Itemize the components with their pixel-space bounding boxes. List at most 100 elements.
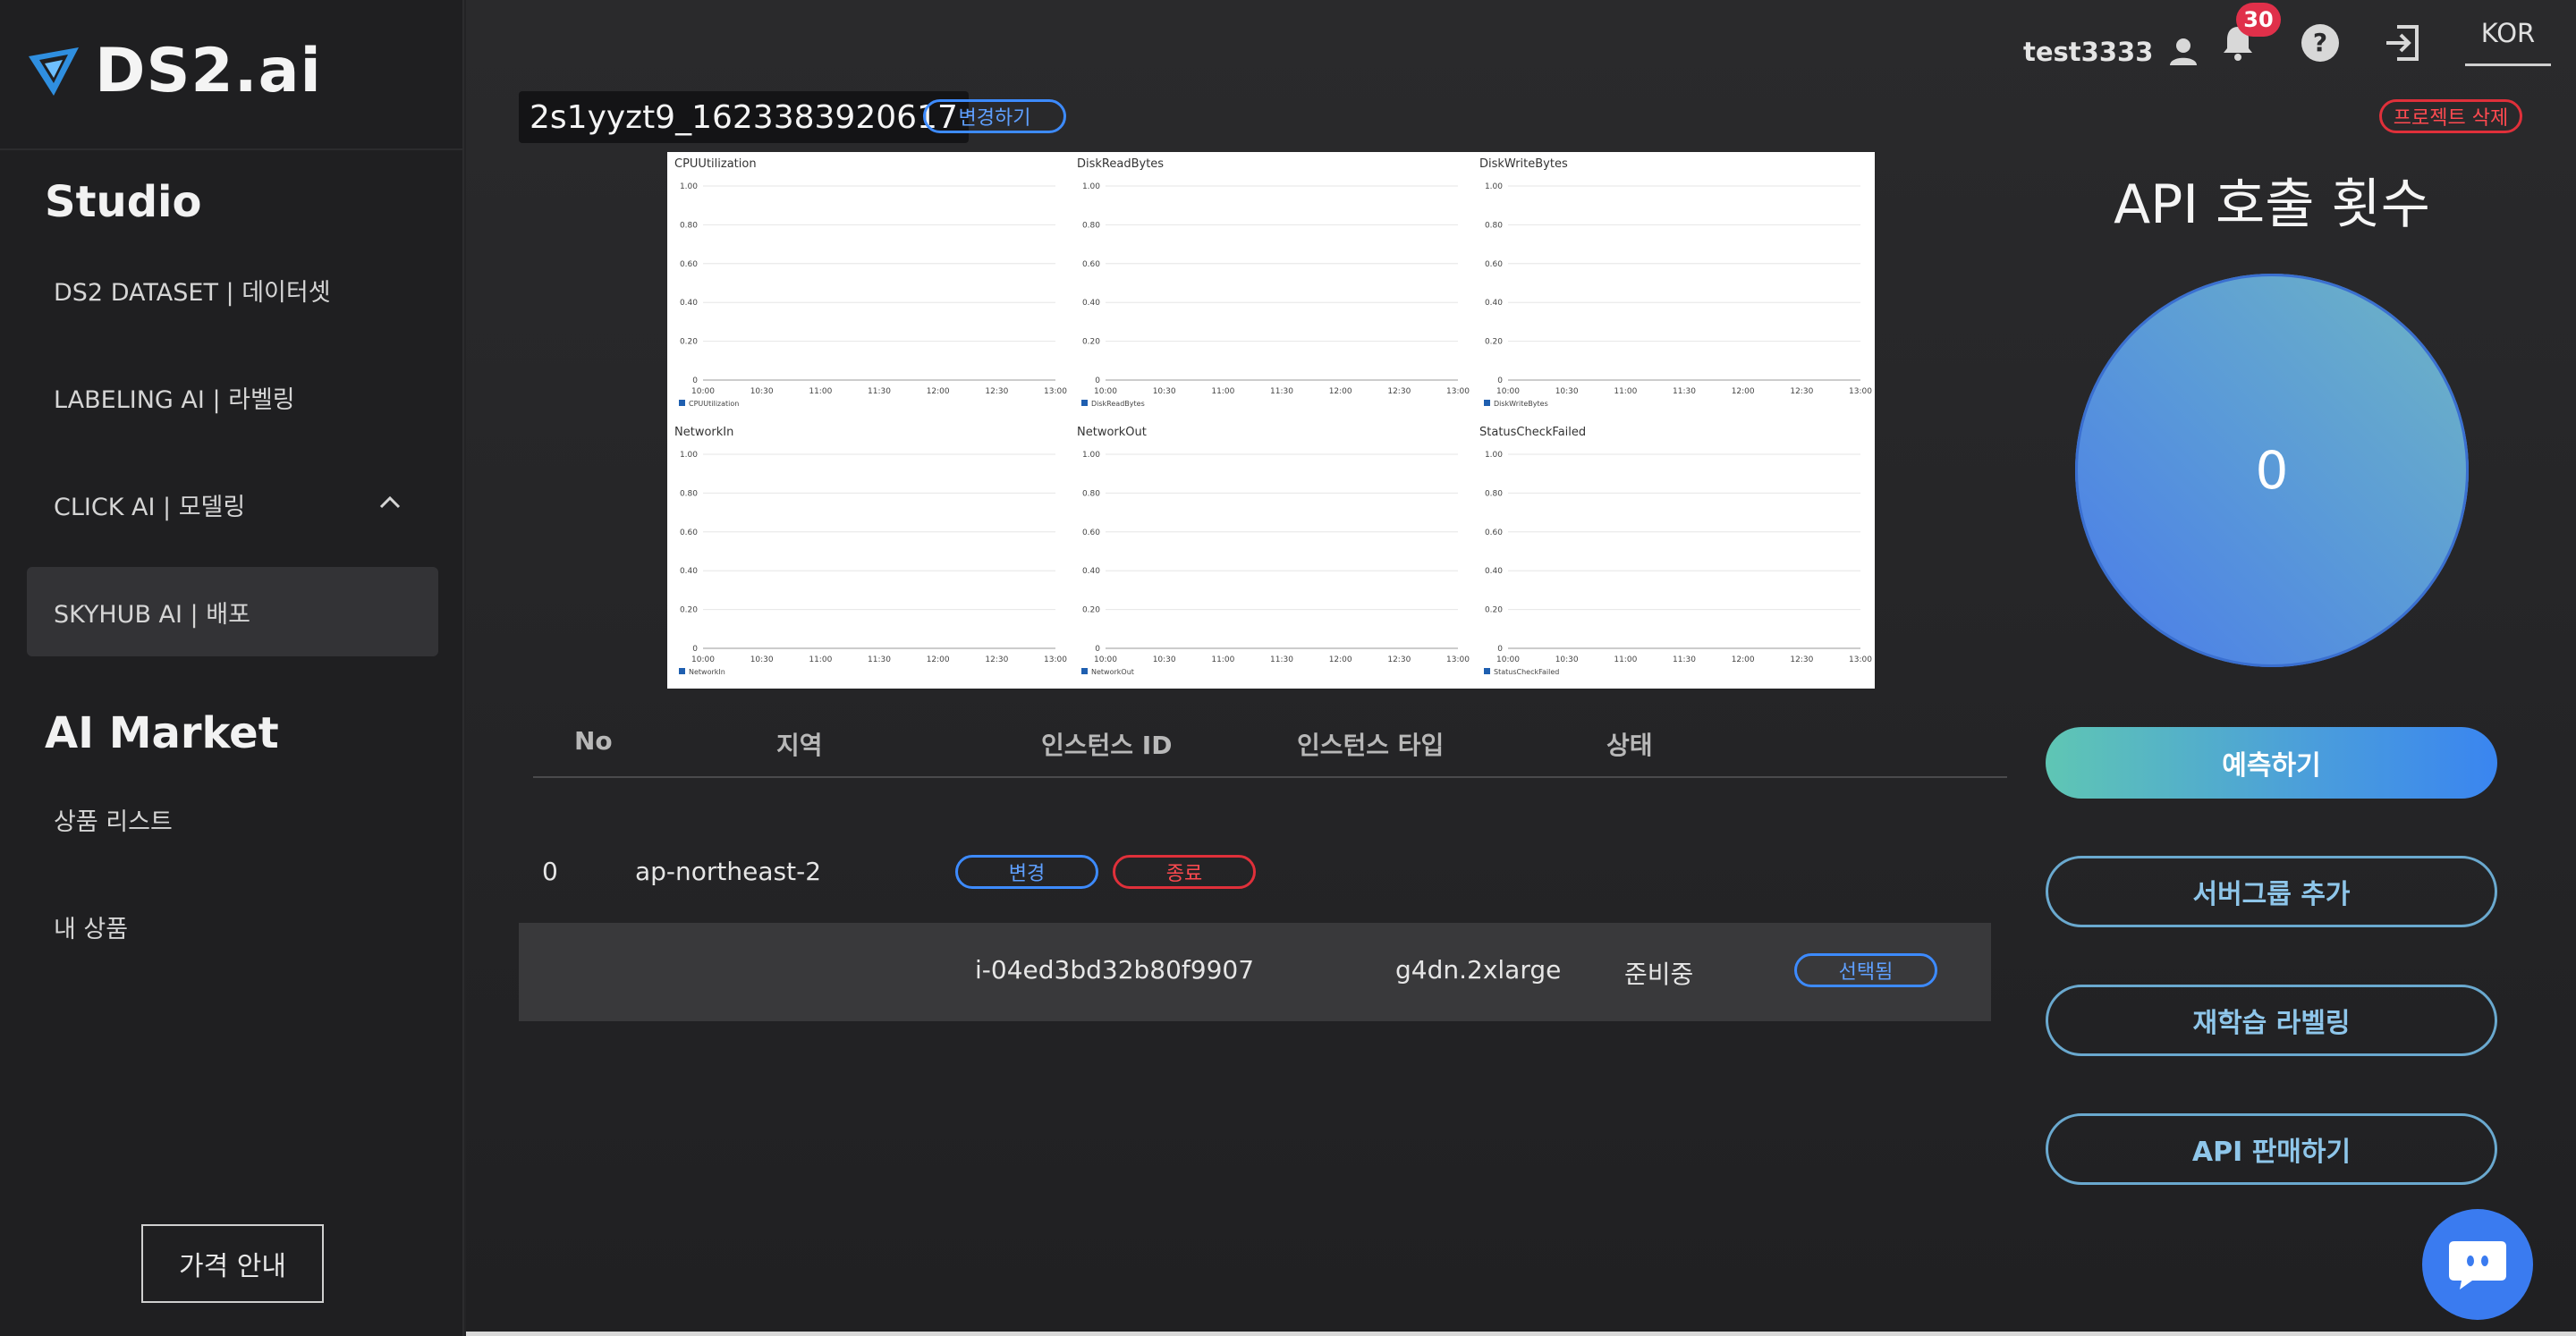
x-tick-label: 10:30	[750, 655, 774, 664]
y-tick-label: 0.60	[1485, 260, 1503, 269]
instance-type: g4dn.2xlarge	[1395, 955, 1562, 985]
sell-api-button[interactable]: API 판매하기	[2046, 1113, 2497, 1185]
table-row[interactable]	[519, 923, 1991, 1021]
x-tick-label: 11:30	[1270, 655, 1293, 664]
brand-name: DS2.ai	[95, 36, 322, 106]
col-header-region: 지역	[776, 731, 823, 760]
group-region: ap-northeast-2	[635, 857, 822, 886]
delete-project-button[interactable]: 프로젝트 삭제	[2379, 99, 2522, 133]
sidebar-item-label: LABELING AI | 라벨링	[54, 385, 295, 414]
select-instance-button[interactable]: 선택됨	[1794, 953, 1937, 987]
relabel-button[interactable]: 재학습 라벨링	[2046, 985, 2497, 1056]
y-tick-label: 0	[692, 645, 698, 654]
sidebar-item-click-ai[interactable]: CLICK AI | 모델링	[27, 460, 438, 549]
y-tick-label: 1.00	[1082, 182, 1100, 191]
metric-chart: DiskReadBytes 0 0.20 0.40 0.60 0.80 1.00 10:00 1…	[1077, 157, 1470, 408]
col-header-instance-type: 인스턴스 타입	[1297, 731, 1445, 760]
x-tick-label: 12:30	[1387, 387, 1411, 396]
legend-label: NetworkIn	[689, 668, 725, 676]
x-tick-label: 13:00	[1446, 387, 1470, 396]
chat-button[interactable]	[2422, 1209, 2533, 1320]
y-tick-label: 1.00	[680, 451, 698, 460]
group-number: 0	[542, 857, 558, 886]
add-server-group-button[interactable]: 서버그룹 추가	[2046, 856, 2497, 927]
x-tick-label: 10:30	[750, 387, 774, 396]
y-tick-label: 0.80	[680, 489, 698, 498]
y-tick-label: 1.00	[1485, 182, 1503, 191]
pricing-button[interactable]: 가격 안내	[141, 1224, 324, 1303]
brand-logo[interactable]: DS2.ai	[27, 36, 322, 106]
x-tick-label: 10:00	[691, 387, 715, 396]
y-tick-label: 0.60	[1485, 528, 1503, 537]
x-tick-label: 10:00	[1094, 655, 1117, 664]
metric-chart: CPUUtilization 0 0.20 0.40 0.60 0.80 1.00 10:00…	[674, 157, 1067, 408]
chat-bubble-icon	[2449, 1241, 2506, 1289]
legend-swatch	[1081, 400, 1088, 406]
metric-chart: NetworkIn 0 0.20 0.40 0.60 0.80 1.00 10:00 10:30…	[674, 426, 1067, 676]
user-menu[interactable]: test3333	[2023, 34, 2201, 70]
legend-swatch	[1081, 668, 1088, 674]
terminate-group-button[interactable]: 종료	[1113, 855, 1256, 889]
sidebar-item-dataset[interactable]: DS2 DATASET | 데이터셋	[27, 245, 438, 334]
chevron-up-icon[interactable]	[377, 490, 402, 515]
x-tick-label: 13:00	[1044, 387, 1067, 396]
col-header-instance-id: 인스턴스 ID	[1041, 731, 1173, 760]
metrics-charts: CPUUtilization 0 0.20 0.40 0.60 0.80 1.00 10:00…	[667, 152, 1875, 689]
sidebar-item-label: DS2 DATASET | 데이터셋	[54, 278, 331, 307]
y-tick-label: 0.20	[1082, 338, 1100, 347]
metric-chart: DiskWriteBytes 0 0.20 0.40 0.60 0.80 1.00 10:00…	[1479, 157, 1872, 408]
x-tick-label: 10:30	[1153, 387, 1176, 396]
x-tick-label: 11:00	[1211, 387, 1234, 396]
x-tick-label: 11:30	[1673, 387, 1696, 396]
predict-button[interactable]: 예측하기	[2046, 727, 2497, 799]
col-header-status: 상태	[1606, 731, 1653, 760]
x-tick-label: 12:30	[1387, 655, 1411, 664]
x-tick-label: 13:00	[1849, 655, 1872, 664]
user-icon	[2170, 38, 2198, 65]
chart-title: CPUUtilization	[674, 157, 757, 171]
change-group-button[interactable]: 변경	[955, 855, 1098, 889]
x-tick-label: 13:00	[1446, 655, 1470, 664]
y-tick-label: 0.40	[1082, 567, 1100, 576]
sidebar-item-skyhub[interactable]: SKYHUB AI | 배포	[27, 567, 438, 656]
logout-icon[interactable]	[2381, 21, 2424, 64]
x-tick-label: 11:30	[1673, 655, 1696, 664]
y-tick-label: 1.00	[1082, 451, 1100, 460]
x-tick-label: 11:00	[809, 655, 832, 664]
svg-text:?: ?	[2313, 28, 2327, 57]
help-icon[interactable]: ?	[2299, 21, 2342, 64]
chart-title: NetworkOut	[1077, 426, 1147, 439]
col-header-no: No	[574, 726, 613, 756]
legend-label: CPUUtilization	[689, 400, 739, 408]
x-tick-label: 12:00	[1732, 655, 1755, 664]
sidebar-item-my-products[interactable]: 내 상품	[27, 882, 438, 971]
x-tick-label: 12:00	[1732, 387, 1755, 396]
sidebar-item-labeling[interactable]: LABELING AI | 라벨링	[27, 352, 438, 442]
change-project-button[interactable]: 변경하기	[923, 99, 1066, 133]
chart-title: NetworkIn	[674, 426, 733, 439]
y-tick-label: 0	[1497, 376, 1503, 385]
x-tick-label: 13:00	[1044, 655, 1067, 664]
ds2-logo-icon	[29, 47, 79, 96]
x-tick-label: 12:00	[927, 655, 950, 664]
legend-swatch	[679, 400, 685, 406]
x-tick-label: 11:00	[809, 387, 832, 396]
sidebar-divider	[0, 148, 464, 150]
x-tick-label: 11:30	[1270, 387, 1293, 396]
x-tick-label: 11:30	[868, 655, 891, 664]
y-tick-label: 0.80	[1485, 489, 1503, 498]
y-tick-label: 0.60	[1082, 528, 1100, 537]
instance-id: i-04ed3bd32b80f9907	[975, 955, 1255, 985]
api-calls-title: API 호출 횟수	[2114, 173, 2430, 236]
sidebar-item-product-list[interactable]: 상품 리스트	[27, 774, 438, 864]
sidebar-item-label: SKYHUB AI | 배포	[54, 600, 250, 629]
legend-label: DiskWriteBytes	[1494, 400, 1548, 408]
sidebar-item-label: 상품 리스트	[54, 808, 173, 836]
x-tick-label: 11:30	[868, 387, 891, 396]
y-tick-label: 0.80	[680, 221, 698, 230]
language-selector[interactable]: KOR	[2465, 18, 2551, 66]
chart-title: StatusCheckFailed	[1479, 426, 1586, 439]
api-calls-count: 0	[2075, 274, 2469, 667]
y-tick-label: 0.20	[1485, 338, 1503, 347]
x-tick-label: 13:00	[1849, 387, 1872, 396]
